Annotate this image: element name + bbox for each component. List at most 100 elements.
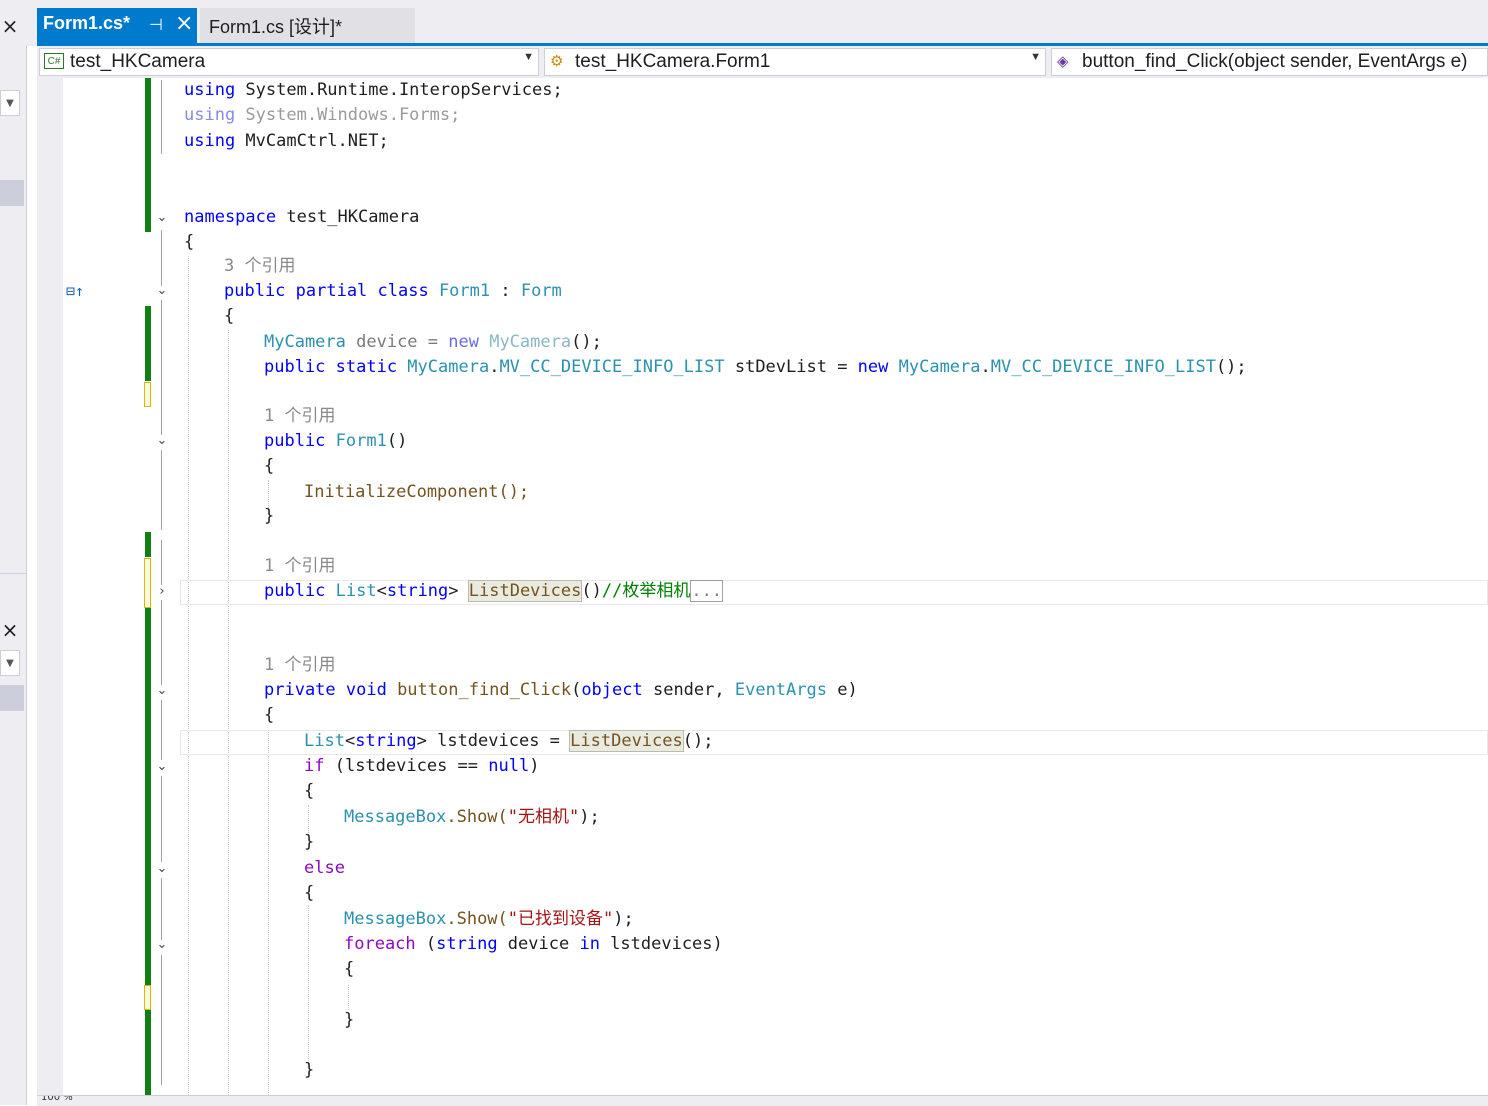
- close-icon[interactable]: ×: [175, 11, 193, 36]
- code-text: .: [489, 357, 500, 377]
- close-icon[interactable]: ×: [0, 620, 20, 640]
- code-line: if (lstdevices == null): [304, 754, 539, 779]
- navigation-bar: C# test_HKCamera ▼ ⚙ test_HKCamera.Form1…: [37, 46, 1488, 78]
- indent-guide: [228, 330, 229, 1095]
- type-name: MyCamera: [407, 357, 490, 377]
- dropdown-button[interactable]: ▼: [0, 90, 20, 116]
- type-name: Form: [520, 281, 562, 301]
- code-text: ();: [1215, 357, 1247, 377]
- keyword: new: [857, 357, 899, 377]
- code-text: <: [344, 731, 356, 751]
- member-label: button_find_Click(object sender, EventAr…: [1082, 51, 1468, 72]
- code-line: MyCamera device = new MyCamera();: [264, 330, 602, 355]
- left-tool-strip: × ▼ × ▼: [0, 0, 27, 1105]
- collapse-icon[interactable]: ⌄: [155, 284, 169, 298]
- comment: //枚举相机: [601, 581, 691, 601]
- reference-count-link[interactable]: 3 个引用: [224, 254, 295, 279]
- brace: {: [304, 883, 315, 903]
- project-dropdown[interactable]: C# test_HKCamera ▼: [39, 48, 539, 76]
- chevron-down-icon: ▼: [523, 51, 534, 63]
- tab-label: Form1.cs [设计]*: [209, 17, 343, 37]
- divider: [0, 573, 26, 574]
- reference-count-link[interactable]: 1 个引用: [264, 653, 335, 678]
- collapse-icon[interactable]: ⌄: [155, 211, 169, 225]
- expand-icon[interactable]: ›: [155, 585, 169, 599]
- dropdown-button[interactable]: ▼: [0, 650, 20, 676]
- change-indicator: [145, 532, 151, 557]
- collapsed-region-button[interactable]: ...: [690, 580, 724, 602]
- code-text: (: [415, 934, 437, 954]
- code-line: using System.Windows.Forms;: [184, 103, 460, 128]
- code-line: using System.Runtime.InteropServices;: [184, 78, 563, 103]
- keyword: public partial class: [224, 281, 439, 301]
- type-name: List: [304, 731, 345, 751]
- outline-line: [161, 300, 162, 435]
- code-line: namespace test_HKCamera: [184, 205, 419, 230]
- reference-count-link[interactable]: 1 个引用: [264, 554, 335, 579]
- outline-line: [161, 600, 162, 685]
- code-line: public List<string> ListDevices()//枚举相机.…: [264, 579, 724, 604]
- reference-count-link[interactable]: 1 个引用: [264, 404, 335, 429]
- code-line: List<string> lstdevices = ListDevices();: [304, 729, 713, 754]
- code-text: ): [529, 756, 540, 776]
- editor-status-bar: 100 %: [37, 1095, 1488, 1106]
- pin-icon[interactable]: ⊣: [149, 15, 163, 34]
- selected-item[interactable]: [0, 180, 24, 206]
- project-label: test_HKCamera: [70, 51, 206, 72]
- collapse-icon[interactable]: ⌄: [155, 862, 169, 876]
- code-line: {: [344, 957, 354, 982]
- code-text: ();: [682, 731, 714, 751]
- change-indicator-unsaved: [144, 382, 151, 407]
- code-line: MessageBox.Show("无相机");: [344, 805, 600, 830]
- brace: }: [304, 832, 315, 852]
- code-text: (): [386, 431, 408, 451]
- keyword: null: [488, 756, 530, 776]
- selected-item[interactable]: [0, 685, 24, 711]
- tab-form1-cs[interactable]: Form1.cs* ⊣ ×: [37, 8, 197, 43]
- collapse-icon[interactable]: ⌄: [155, 434, 169, 448]
- type-name: EventArgs: [734, 680, 827, 700]
- code-line: {: [304, 779, 314, 804]
- keyword: in: [579, 934, 600, 954]
- keyword: public: [264, 581, 336, 601]
- keyword: public: [264, 431, 336, 451]
- outline-line: [161, 878, 162, 940]
- method-icon: ◈: [1057, 53, 1069, 70]
- keyword: new: [448, 332, 490, 352]
- inheritance-glyph-icon[interactable]: ⊟↑: [66, 282, 84, 300]
- code-text: :: [490, 281, 521, 301]
- code-line: InitializeComponent();: [304, 482, 530, 502]
- keyword: if: [304, 756, 325, 776]
- class-dropdown[interactable]: ⚙ test_HKCamera.Form1 ▼: [544, 48, 1046, 76]
- type-name: Form1: [335, 431, 387, 451]
- code-text: );: [579, 807, 600, 827]
- keyword: public static: [264, 357, 408, 377]
- chevron-down-icon: ▼: [1030, 51, 1041, 63]
- code-text: MvCamCtrl.NET;: [235, 131, 389, 151]
- code-text: > lstdevices =: [416, 731, 571, 751]
- brace: }: [264, 506, 275, 526]
- keyword: using: [184, 131, 236, 151]
- keyword: namespace: [184, 207, 277, 227]
- outline-line: [161, 230, 162, 286]
- code-line: using MvCamCtrl.NET;: [184, 129, 389, 154]
- keyword: string: [355, 731, 417, 751]
- change-indicator-unsaved: [144, 558, 151, 608]
- code-line: {: [264, 703, 274, 728]
- collapse-icon[interactable]: ⌄: [155, 684, 169, 698]
- close-icon[interactable]: ×: [0, 16, 20, 36]
- type-name: MV_CC_DEVICE_INFO_LIST: [990, 357, 1216, 377]
- brace: {: [344, 959, 355, 979]
- change-indicator: [145, 306, 151, 381]
- code-line: {: [224, 304, 234, 329]
- collapse-icon[interactable]: ⌄: [155, 760, 169, 774]
- member-dropdown[interactable]: ◈ button_find_Click(object sender, Event…: [1051, 48, 1488, 76]
- brace: {: [264, 456, 275, 476]
- type-name: MessageBox: [344, 807, 447, 827]
- collapse-icon[interactable]: ⌄: [155, 938, 169, 952]
- code-line: {: [264, 454, 274, 479]
- tab-form1-design[interactable]: Form1.cs [设计]*: [200, 8, 415, 43]
- indent-guide: [348, 985, 349, 1010]
- zoom-level[interactable]: 100 %: [41, 1096, 73, 1103]
- keyword: object: [581, 680, 643, 700]
